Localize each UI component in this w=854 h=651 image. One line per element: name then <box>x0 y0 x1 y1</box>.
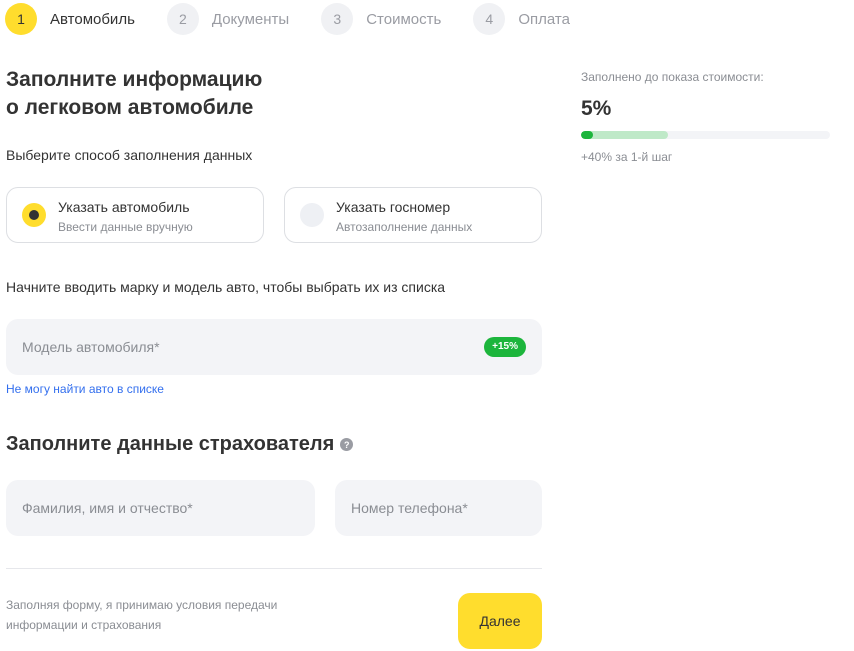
step-number: 4 <box>473 3 506 35</box>
progress-hint: +40% за 1-й шаг <box>581 150 673 164</box>
page-title: Заполните информацию о легковом автомоби… <box>6 66 406 122</box>
radio-selected-icon[interactable] <box>22 203 46 227</box>
step-label: Оплата <box>518 10 570 28</box>
step-dokumenty[interactable]: 2 Документы <box>166 3 290 35</box>
step-avtomobil[interactable]: 1 Автомобиль <box>5 3 135 35</box>
divider <box>6 568 542 569</box>
model-hint: Начните вводить марку и модель авто, что… <box>6 279 446 295</box>
progress-value: 5% <box>581 97 612 120</box>
progress-next-step-fill <box>581 131 669 139</box>
fill-method-prompt: Выберите способ заполнения данных <box>6 147 253 163</box>
option-title: Указать автомобиль <box>58 199 190 215</box>
option-specify-car[interactable]: Указать автомобиль Ввести данные вручную <box>6 187 264 243</box>
step-label: Автомобиль <box>50 10 135 28</box>
page-title-line1: Заполните информацию <box>6 68 263 91</box>
step-number: 1 <box>5 3 37 35</box>
step-number: 3 <box>321 3 354 35</box>
car-model-input[interactable]: Модель автомобиля* +15% <box>6 319 542 375</box>
progress-bar <box>581 131 830 139</box>
stepper: 1 Автомобиль 2 Документы 3 Стоимость 4 О… <box>5 3 602 35</box>
radio-unselected-icon[interactable] <box>300 203 324 227</box>
step-number: 2 <box>166 3 199 35</box>
consent-line2: информации и страхования <box>6 618 162 632</box>
step-oplata[interactable]: 4 Оплата <box>473 3 570 35</box>
bonus-badge: +15% <box>484 337 526 357</box>
option-specify-plate[interactable]: Указать госномер Автозаполнение данных <box>284 187 542 243</box>
option-title: Указать госномер <box>336 199 451 215</box>
option-subtitle: Ввести данные вручную <box>58 220 193 234</box>
page-title-line2: о легковом автомобиле <box>6 96 254 119</box>
step-stoimost[interactable]: 3 Стоимость <box>321 3 441 35</box>
step-label: Документы <box>211 10 290 28</box>
cant-find-car-link[interactable]: Не могу найти авто в списке <box>6 382 164 396</box>
consent-line1: Заполняя форму, я принимаю условия перед… <box>6 598 278 612</box>
insurer-heading: Заполните данные страхователя ? <box>6 433 354 456</box>
full-name-input[interactable]: Фамилия, имя и отчество* <box>6 480 315 536</box>
phone-input[interactable]: Номер телефона* <box>335 480 542 536</box>
insurer-heading-text: Заполните данные страхователя <box>6 433 335 455</box>
phone-placeholder: Номер телефона* <box>351 500 468 516</box>
consent-text: Заполняя форму, я принимаю условия перед… <box>6 595 326 635</box>
full-name-placeholder: Фамилия, имя и отчество* <box>22 500 193 516</box>
step-label: Стоимость <box>366 10 442 28</box>
progress-label: Заполнено до показа стоимости: <box>581 70 764 84</box>
next-button[interactable]: Далее <box>458 593 542 649</box>
car-model-placeholder: Модель автомобиля* <box>22 339 160 355</box>
option-subtitle: Автозаполнение данных <box>336 220 473 234</box>
progress-fill <box>581 131 594 139</box>
help-icon[interactable]: ? <box>340 438 354 451</box>
